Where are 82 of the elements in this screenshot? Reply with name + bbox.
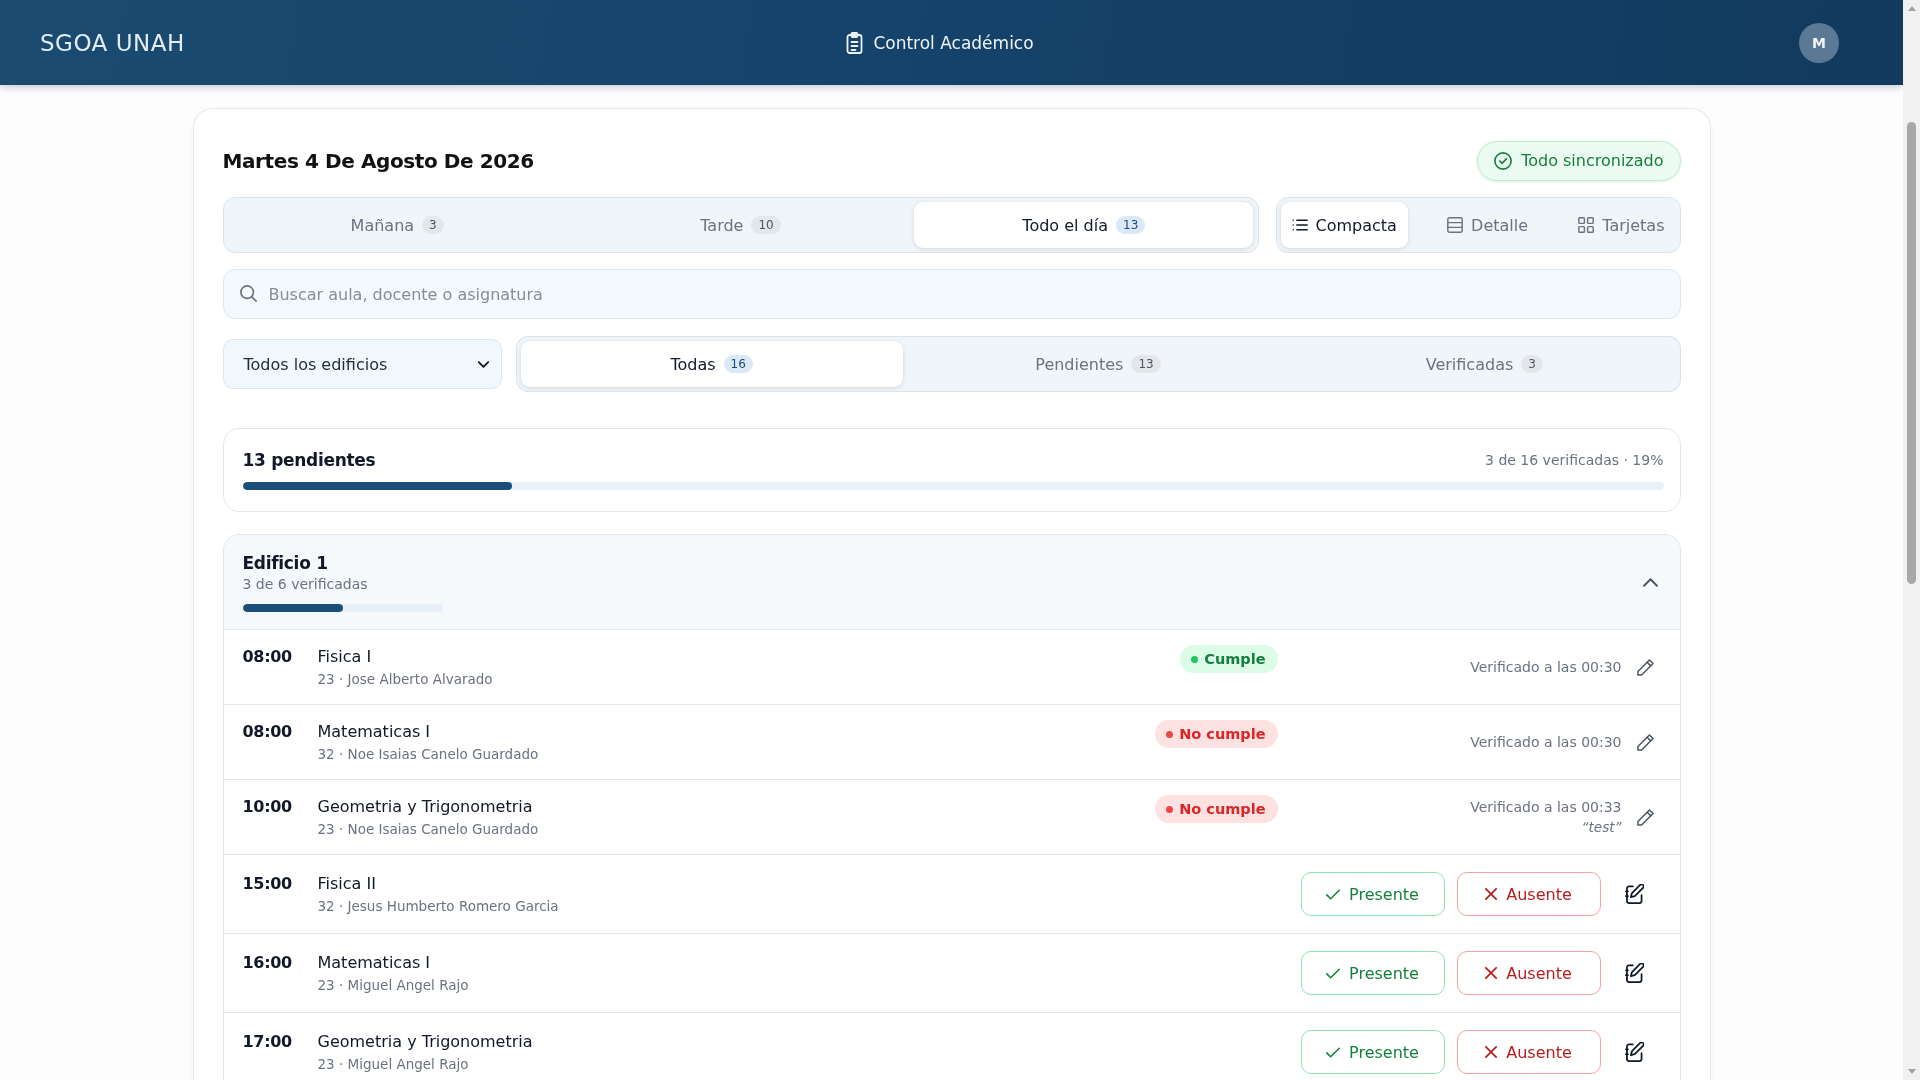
check-icon [1326, 888, 1341, 900]
check-icon [1326, 967, 1341, 979]
verified-time: Verificado a las 00:30 [1470, 658, 1622, 677]
list-icon [1291, 217, 1308, 233]
class-detail: 23 · Noe Isaias Canelo Guardado [317, 820, 539, 839]
pencil-icon[interactable] [1636, 733, 1654, 751]
x-icon [1485, 888, 1498, 900]
chevron-down-icon [477, 360, 489, 368]
class-time: 10:00 [242, 796, 293, 818]
verified-time: Verificado a las 00:33 [1470, 798, 1622, 817]
class-detail: 23 · Jose Alberto Alvarado [317, 670, 493, 689]
status-filter-tab[interactable]: Todas 16 [520, 341, 903, 387]
absent-button[interactable]: Ausente [1456, 872, 1601, 916]
view-mode-tab[interactable]: Detalle [1436, 202, 1540, 248]
class-time: 16:00 [242, 952, 293, 974]
absent-button[interactable]: Ausente [1456, 1030, 1601, 1074]
view-mode-tab[interactable]: Compacta [1280, 202, 1408, 248]
absent-button[interactable]: Ausente [1456, 951, 1601, 995]
class-subject: Fisica II [317, 873, 376, 895]
scrollbar-thumb[interactable] [1907, 122, 1916, 584]
verification-note: “test” [1581, 818, 1622, 837]
class-time: 17:00 [242, 1031, 293, 1053]
sync-status-label: Todo sincronizado [1521, 151, 1664, 170]
scrollbar[interactable] [1903, 0, 1920, 1080]
present-button[interactable]: Presente [1300, 1030, 1445, 1074]
dot-icon [1191, 655, 1199, 663]
class-time: 15:00 [242, 873, 293, 895]
edit-note-icon[interactable] [1624, 1042, 1644, 1062]
edit-note-icon[interactable] [1624, 884, 1644, 904]
class-subject: Matematicas I [317, 952, 431, 974]
dot-icon [1166, 805, 1174, 813]
check-icon [1326, 1046, 1341, 1058]
period-tab[interactable]: Todo el día 13 [914, 202, 1254, 248]
status-filter-tab[interactable]: Pendientes 13 [906, 341, 1290, 387]
rows-icon [1447, 217, 1464, 233]
status-label: No cumple [1179, 726, 1266, 742]
dot-icon [1166, 730, 1174, 738]
brand-title: SGOA UNAH [40, 29, 185, 56]
x-icon [1485, 1046, 1498, 1058]
building-select[interactable]: Todos los edificios [222, 339, 502, 389]
search-field[interactable]: Buscar aula, docente o asignatura [222, 269, 1681, 319]
chevron-up-icon[interactable] [1642, 577, 1658, 587]
date-title: Martes 4 De Agosto De 2026 [222, 148, 534, 173]
edit-note-icon[interactable] [1624, 963, 1644, 983]
period-tab[interactable]: Mañana 3 [227, 202, 567, 248]
status-filter-tab[interactable]: Verificadas 3 [1293, 341, 1676, 387]
pencil-icon[interactable] [1636, 658, 1654, 676]
class-subject: Fisica I [317, 646, 372, 668]
status-label: Cumple [1204, 651, 1266, 667]
count-badge: 3 [422, 216, 444, 234]
grid-icon [1578, 217, 1595, 233]
view-mode-tab[interactable]: Tarjetas [1567, 202, 1676, 248]
class-detail: 23 · Miguel Angel Rajo [317, 1055, 469, 1074]
class-subject: Geometria y Trigonometria [317, 1031, 533, 1053]
page-title: Control Académico [873, 32, 1034, 53]
user-avatar[interactable]: M [1799, 22, 1839, 63]
class-subject: Matematicas I [317, 721, 431, 743]
verified-time: Verificado a las 00:30 [1470, 733, 1622, 752]
count-badge: 3 [1521, 355, 1543, 373]
count-badge: 13 [1116, 216, 1146, 234]
x-icon [1485, 967, 1498, 979]
class-detail: 32 · Jesus Humberto Romero Garcia [317, 897, 559, 916]
class-time: 08:00 [242, 721, 293, 743]
check-circle-icon [1494, 151, 1513, 170]
search-icon [239, 285, 257, 302]
class-detail: 23 · Miguel Angel Rajo [317, 976, 469, 995]
clipboard-icon [845, 31, 865, 54]
pencil-icon[interactable] [1636, 808, 1654, 826]
building-summary: 3 de 6 verificadas [242, 575, 368, 594]
period-tab[interactable]: Tarde 10 [570, 202, 911, 248]
class-subject: Geometria y Trigonometria [317, 796, 533, 818]
class-detail: 32 · Noe Isaias Canelo Guardado [317, 745, 539, 764]
verified-summary: 3 de 16 verificadas · 19% [1485, 452, 1664, 468]
count-badge: 10 [751, 216, 781, 234]
pending-count: 13 pendientes [242, 450, 376, 470]
count-badge: 13 [1131, 355, 1161, 373]
building-name: Edificio 1 [242, 552, 328, 574]
present-button[interactable]: Presente [1300, 951, 1445, 995]
present-button[interactable]: Presente [1300, 872, 1445, 916]
class-time: 08:00 [242, 646, 293, 668]
status-label: No cumple [1179, 801, 1266, 817]
count-badge: 16 [723, 355, 753, 373]
